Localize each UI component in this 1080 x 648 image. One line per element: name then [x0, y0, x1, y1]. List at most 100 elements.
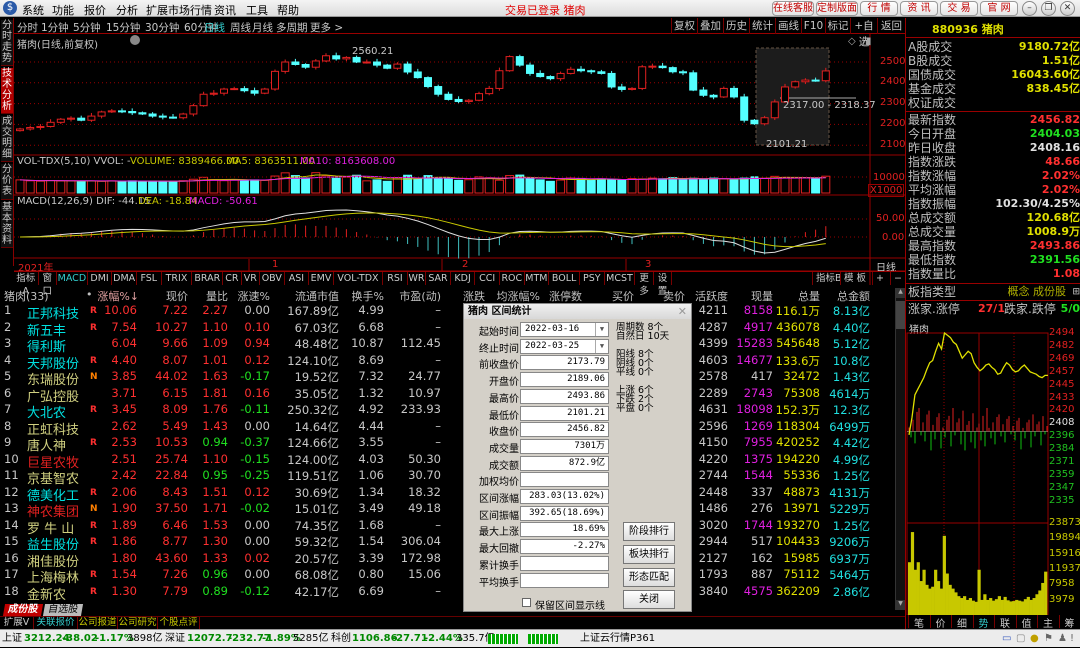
- dialog-field-input[interactable]: 18.69%: [520, 522, 609, 538]
- column-header-9[interactable]: 涨跌: [448, 288, 485, 304]
- dialog-field-input[interactable]: [520, 555, 609, 571]
- dialog-field-input[interactable]: 2493.86: [520, 388, 609, 404]
- tool-button-8[interactable]: 返回: [877, 18, 905, 34]
- indicator-tab-wr[interactable]: WR: [408, 272, 427, 285]
- column-header-5[interactable]: 涨速%: [230, 288, 270, 304]
- column-header-15[interactable]: 现量: [730, 288, 773, 304]
- dialog-field-input[interactable]: [520, 472, 609, 488]
- tool-button-2[interactable]: 历史: [723, 18, 749, 34]
- indicator-tab-emv[interactable]: EMV: [309, 272, 334, 285]
- column-header-0[interactable]: 猪肉(33): [4, 288, 64, 304]
- dialog-field-input[interactable]: [520, 572, 609, 588]
- table-row[interactable]: 1 正邦科技 R 10.06 7.22 2.27 0.00 167.89亿 4.99–4211 8…: [0, 303, 890, 322]
- indicator-tab-dma[interactable]: DMA: [112, 272, 137, 285]
- intraday-tab-2[interactable]: 细: [951, 615, 972, 630]
- market-button[interactable]: 行 情: [860, 1, 898, 16]
- table-row[interactable]: 7 大北农 R 3.45 8.09 1.76 -0.11 250.32亿 4.92 233.93 4…: [0, 402, 890, 421]
- sub-tab-1[interactable]: 关联报价: [34, 617, 78, 629]
- intraday-tab-6[interactable]: 主: [1037, 615, 1058, 630]
- table-row[interactable]: 5 东瑞股份 N 3.85 44.02 1.63 -0.17 19.52亿 7.32 24.77 2…: [0, 369, 890, 388]
- sub-tab-0[interactable]: 扩展V: [0, 617, 34, 629]
- period-10[interactable]: 更多 >: [310, 20, 343, 35]
- table-row[interactable]: 18 金新农 R 1.30 7.79 0.89 -0.12 42.17亿 6.69–3840 45…: [0, 584, 890, 603]
- menu-news[interactable]: 资讯: [214, 2, 236, 18]
- table-row[interactable]: 3 得利斯 6.04 9.66 1.09 0.94 48.48亿 10.87 112.45 439…: [0, 336, 890, 355]
- dialog-button-1[interactable]: 板块排行: [623, 545, 675, 564]
- intraday-tab-1[interactable]: 价: [929, 615, 951, 630]
- column-header-13[interactable]: 卖价: [655, 288, 685, 304]
- dialog-field-input[interactable]: 7301万: [520, 438, 609, 454]
- panel-toggle-icon[interactable]: ◨: [862, 36, 871, 47]
- indicator-tab-dmi[interactable]: DMI: [88, 272, 113, 285]
- column-header-3[interactable]: 现价: [145, 288, 188, 304]
- intraday-tab-5[interactable]: 值: [1015, 615, 1037, 630]
- period-0[interactable]: 分时: [17, 20, 38, 35]
- intraday-tab-3[interactable]: 势: [972, 615, 994, 630]
- dialog-button-3[interactable]: 关闭: [623, 590, 675, 609]
- column-header-16[interactable]: 总量: [775, 288, 820, 304]
- indicator-tab-sar[interactable]: SAR: [426, 272, 451, 285]
- period-6[interactable]: 日线: [204, 20, 225, 35]
- tool-button-6[interactable]: 标记: [825, 18, 850, 34]
- indicator-tab-roc[interactable]: ROC: [500, 272, 525, 285]
- tab-watchlist[interactable]: 自选股: [42, 604, 84, 616]
- window-icon[interactable]: ▭: [1002, 630, 1011, 648]
- period-1[interactable]: 1分钟: [41, 20, 69, 35]
- dialog-field-input[interactable]: 392.65(18.69%): [520, 505, 609, 521]
- period-3[interactable]: 15分钟: [106, 20, 140, 35]
- intraday-tab-0[interactable]: 笔: [908, 615, 929, 630]
- column-header-1[interactable]: •: [86, 288, 96, 301]
- scroll-thumb[interactable]: [896, 301, 905, 329]
- table-row[interactable]: 12 德美化工 R 2.06 8.43 1.51 0.12 30.69亿 1.34 18.32 24…: [0, 485, 890, 504]
- indicator-tab-fsl[interactable]: FSL: [137, 272, 162, 285]
- indicator-tab-obv[interactable]: OBV: [260, 272, 285, 285]
- sub-tab-3[interactable]: 公司研究: [118, 617, 158, 629]
- table-scrollbar[interactable]: ▲ ▼: [895, 288, 905, 610]
- dialog-field-select[interactable]: 2022-03-16 ▼: [520, 322, 609, 337]
- news-button[interactable]: 资 讯: [900, 1, 938, 16]
- tab-price-table[interactable]: 分价表: [1, 164, 13, 200]
- sh-label[interactable]: 上证: [2, 630, 22, 648]
- coin-icon[interactable]: ●: [1030, 630, 1039, 648]
- table-row[interactable]: 15 益生股份 R 1.86 8.77 1.30 0.00 59.32亿 1.54 306.04 2…: [0, 534, 890, 553]
- dialog-button-2[interactable]: 形态匹配: [623, 568, 675, 587]
- pin-icon[interactable]: ⚑: [1044, 630, 1053, 648]
- custom-layout-button[interactable]: 定制版面: [816, 1, 858, 16]
- keep-lines-checkbox[interactable]: [522, 598, 531, 607]
- tab-trade-details[interactable]: 成交明细: [1, 116, 13, 162]
- dialog-field-input[interactable]: 2189.06: [520, 372, 609, 388]
- indicator-tab-psy[interactable]: PSY: [580, 272, 605, 285]
- indicator-tab-asi[interactable]: ASI: [285, 272, 310, 285]
- trade-button[interactable]: 交 易: [940, 1, 978, 16]
- indicator-tab-设置[interactable]: 设置: [654, 272, 673, 297]
- alert-icon[interactable]: !: [1070, 630, 1074, 648]
- tool-button-7[interactable]: +自选: [850, 18, 877, 48]
- table-row[interactable]: 2 新五丰 R 7.54 10.27 1.10 0.10 67.03亿 6.68–4287 491…: [0, 320, 890, 339]
- indicator-right-1[interactable]: 模 板: [840, 272, 869, 285]
- indicator-tab-macd[interactable]: MACD: [57, 272, 88, 285]
- column-header-12[interactable]: 买价: [600, 288, 634, 304]
- indicator-tab-brar[interactable]: BRAR: [192, 272, 224, 285]
- period-4[interactable]: 30分钟: [145, 20, 179, 35]
- period-9[interactable]: 多周期: [276, 20, 308, 35]
- dialog-field-input[interactable]: 283.03(13.02%): [520, 489, 609, 504]
- tab-constituents[interactable]: 成份股: [2, 604, 44, 616]
- kc-label[interactable]: 科创: [331, 630, 351, 648]
- column-header-8[interactable]: 市盈(动): [390, 288, 441, 304]
- period-2[interactable]: 5分钟: [73, 20, 101, 35]
- menu-system[interactable]: 系统: [22, 2, 44, 18]
- indicator-tab-vr[interactable]: VR: [242, 272, 260, 285]
- scroll-down-icon[interactable]: ▼: [896, 600, 905, 610]
- indicator-tab-cci[interactable]: CCI: [475, 272, 500, 285]
- layout-icon[interactable]: ▢: [1016, 630, 1025, 648]
- indicator-tab-cr[interactable]: CR: [223, 272, 242, 285]
- tab-basic-info[interactable]: 基本资料: [1, 202, 13, 248]
- period-7[interactable]: 周线: [230, 20, 251, 35]
- tool-button-1[interactable]: 叠加: [697, 18, 723, 34]
- indicator-tab-kdj[interactable]: KDJ: [451, 272, 476, 285]
- online-service-button[interactable]: 在线客服: [772, 1, 814, 16]
- column-header-17[interactable]: 总金额: [822, 288, 870, 304]
- official-site-button[interactable]: 官 网: [980, 1, 1018, 16]
- dialog-close-icon[interactable]: ✕: [678, 305, 687, 318]
- sub-tab-4[interactable]: 个股点评: [158, 617, 200, 629]
